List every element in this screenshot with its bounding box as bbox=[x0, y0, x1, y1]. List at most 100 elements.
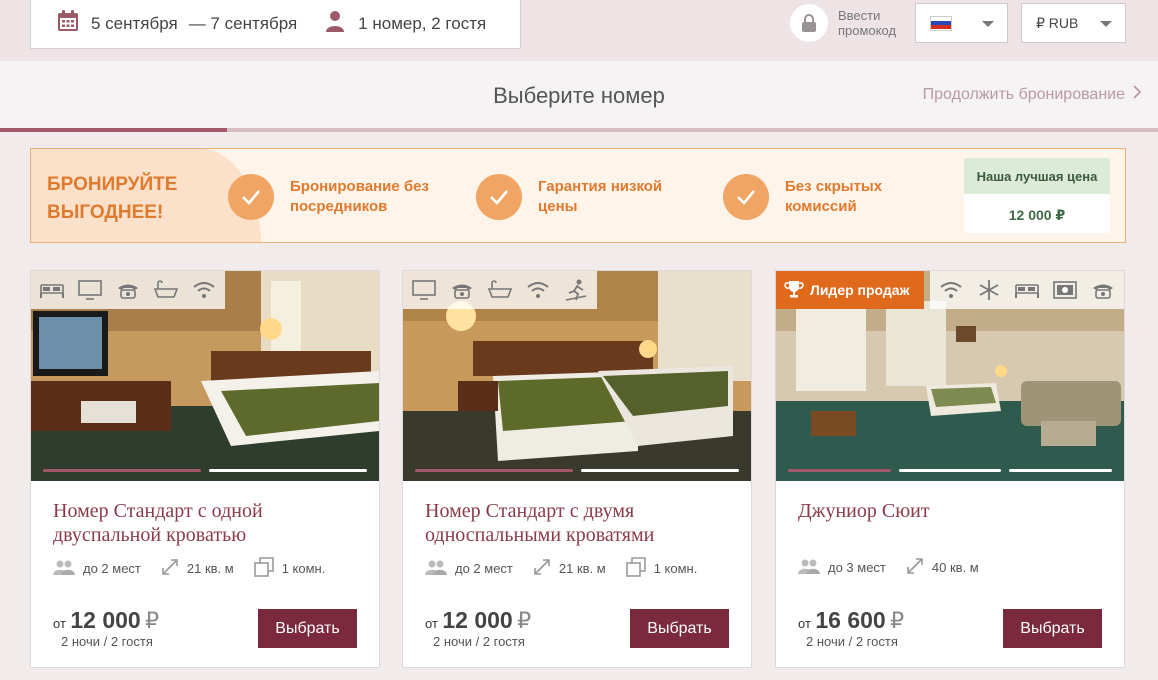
room-specs: до 3 мест 40 кв. м bbox=[798, 557, 979, 578]
lock-icon bbox=[790, 4, 828, 42]
bed-icon bbox=[1014, 279, 1040, 301]
price-prefix: от bbox=[53, 616, 66, 631]
room-title[interactable]: Джуниор Сюит bbox=[798, 499, 1098, 523]
select-room-button[interactable]: Выбрать bbox=[1003, 609, 1102, 648]
carousel-dot[interactable] bbox=[43, 469, 201, 472]
room-card[interactable]: Лидер продаж Джуниор Сюит до 3 мест 40 к… bbox=[775, 270, 1125, 668]
price-amount: 12 000 bbox=[70, 607, 141, 633]
room-photo[interactable] bbox=[31, 271, 379, 481]
language-select[interactable] bbox=[915, 3, 1008, 43]
chevron-down-icon bbox=[982, 21, 994, 27]
phone-icon bbox=[1090, 279, 1116, 301]
room-photo[interactable] bbox=[403, 271, 751, 481]
guests-selector[interactable]: 1 номер, 2 гостя bbox=[325, 10, 486, 37]
ruble-icon: ₽ bbox=[145, 608, 160, 633]
continue-booking-link[interactable]: Продолжить бронирование bbox=[922, 85, 1142, 104]
price-prefix: от bbox=[798, 616, 811, 631]
amenities-bar bbox=[31, 271, 225, 309]
room-price: от 16 600 ₽ 2 ночи / 2 гостя bbox=[798, 607, 904, 649]
room-card[interactable]: Номер Стандарт с двумя односпальными кро… bbox=[402, 270, 752, 668]
ruble-icon: ₽ bbox=[517, 608, 532, 633]
price-amount: 16 600 bbox=[815, 607, 886, 633]
bath-icon bbox=[487, 279, 513, 301]
checkmark-icon bbox=[723, 174, 769, 220]
tv-icon bbox=[77, 279, 103, 301]
benefit-text: Без скрытых комиссий bbox=[785, 178, 883, 215]
benefit-text: Бронирование без посредников bbox=[290, 178, 429, 215]
capacity-spec: до 3 мест bbox=[798, 557, 886, 578]
room-title[interactable]: Номер Стандарт с двумя односпальными кро… bbox=[425, 499, 725, 547]
date-from: 5 сентября bbox=[91, 13, 178, 33]
amenities-bar bbox=[930, 271, 1124, 309]
carousel-dot[interactable] bbox=[581, 469, 739, 472]
checkmark-icon bbox=[228, 174, 274, 220]
checkmark-icon bbox=[476, 174, 522, 220]
amenities-bar bbox=[403, 271, 597, 309]
calendar-icon bbox=[56, 9, 80, 38]
bed-icon bbox=[39, 279, 65, 301]
guests-icon bbox=[53, 559, 75, 578]
rooms-spec: 1 комн. bbox=[625, 557, 697, 580]
carousel-dot[interactable] bbox=[415, 469, 573, 472]
resize-arrow-icon bbox=[161, 558, 179, 579]
guests-text: 1 номер, 2 гостя bbox=[358, 13, 487, 33]
carousel-dot[interactable] bbox=[788, 469, 891, 472]
search-summary[interactable]: 5 сентября — 7 сентября 1 номер, 2 гостя bbox=[30, 0, 521, 49]
trophy-icon bbox=[784, 279, 804, 302]
carousel-dot[interactable] bbox=[209, 469, 367, 472]
area-spec: 40 кв. м bbox=[906, 557, 979, 578]
chevron-right-icon bbox=[1133, 85, 1142, 104]
room-specs: до 2 мест 21 кв. м 1 комн. bbox=[53, 557, 325, 580]
wifi-icon bbox=[525, 279, 551, 301]
currency-select[interactable]: ₽ RUB bbox=[1021, 3, 1126, 43]
door-icon bbox=[625, 557, 646, 580]
person-icon bbox=[325, 10, 345, 37]
select-room-button[interactable]: Выбрать bbox=[630, 609, 729, 648]
snowflake-icon bbox=[976, 279, 1002, 301]
rooms-spec: 1 комн. bbox=[253, 557, 325, 580]
best-price-value: 12 000 ₽ bbox=[1008, 207, 1066, 223]
safe-icon bbox=[1052, 279, 1078, 301]
room-specs: до 2 мест 21 кв. м 1 комн. bbox=[425, 557, 697, 580]
tv-icon bbox=[411, 279, 437, 301]
wifi-icon bbox=[191, 279, 217, 301]
select-room-button[interactable]: Выбрать bbox=[258, 609, 357, 648]
benefit-item: Гарантия низкой цены bbox=[476, 174, 688, 220]
room-photo[interactable]: Лидер продаж bbox=[776, 271, 1124, 481]
room-price: от 12 000 ₽ 2 ночи / 2 гостя bbox=[53, 607, 159, 649]
price-prefix: от bbox=[425, 616, 438, 631]
promo-label: Ввести промокод bbox=[838, 8, 897, 38]
promo-code-link[interactable]: Ввести промокод bbox=[790, 4, 908, 42]
door-icon bbox=[253, 557, 274, 580]
currency-value: ₽ RUB bbox=[1036, 14, 1079, 31]
price-note: 2 ночи / 2 гостя bbox=[61, 634, 153, 649]
wifi-icon bbox=[938, 279, 964, 301]
price-note: 2 ночи / 2 гостя bbox=[433, 634, 525, 649]
step-header: Выберите номер Продолжить бронирование bbox=[0, 61, 1158, 131]
chevron-down-icon bbox=[1100, 21, 1112, 27]
benefit-item: Бронирование без посредников bbox=[228, 174, 440, 220]
bestseller-badge: Лидер продаж bbox=[776, 271, 924, 309]
room-card[interactable]: Номер Стандарт с одной двуспальной крова… bbox=[30, 270, 380, 668]
benefits-headline: БРОНИРУЙТЕ ВЫГОДНЕЕ! bbox=[47, 174, 178, 223]
guests-icon bbox=[798, 558, 820, 577]
bath-icon bbox=[153, 279, 179, 301]
capacity-spec: до 2 мест bbox=[53, 557, 141, 580]
capacity-spec: до 2 мест bbox=[425, 557, 513, 580]
carousel-dot[interactable] bbox=[1009, 469, 1113, 472]
resize-arrow-icon bbox=[906, 557, 924, 578]
phone-icon bbox=[115, 279, 141, 301]
room-title[interactable]: Номер Стандарт с одной двуспальной крова… bbox=[53, 499, 353, 547]
date-range[interactable]: 5 сентября — 7 сентября bbox=[56, 9, 297, 38]
price-note: 2 ночи / 2 гостя bbox=[806, 634, 898, 649]
continue-label: Продолжить бронирование bbox=[922, 85, 1125, 103]
benefits-banner: БРОНИРУЙТЕ ВЫГОДНЕЕ! Бронирование без по… bbox=[30, 148, 1126, 243]
photo-carousel-dots bbox=[788, 469, 1113, 472]
guests-icon bbox=[425, 559, 447, 578]
russia-flag-icon bbox=[930, 15, 952, 31]
carousel-dot[interactable] bbox=[898, 469, 1002, 472]
top-bar: 5 сентября — 7 сентября 1 номер, 2 гостя… bbox=[0, 0, 1158, 61]
area-spec: 21 кв. м bbox=[161, 557, 234, 580]
resize-arrow-icon bbox=[533, 558, 551, 579]
price-amount: 12 000 bbox=[442, 607, 513, 633]
